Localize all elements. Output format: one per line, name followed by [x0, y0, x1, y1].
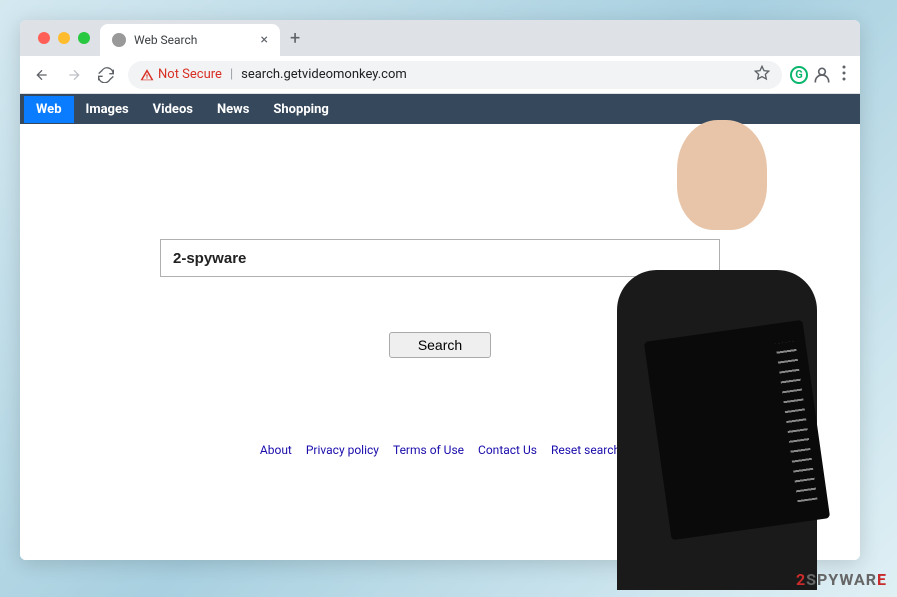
browser-menu-button[interactable] — [836, 65, 852, 85]
search-nav-images[interactable]: Images — [74, 96, 141, 123]
footer-links: About Privacy policy Terms of Use Contac… — [260, 443, 620, 457]
url-separator: | — [230, 67, 233, 82]
footer-link-reset[interactable]: Reset search — [551, 443, 620, 457]
watermark-digit: 2 — [796, 570, 806, 589]
watermark-text: SPYWAR — [806, 570, 877, 589]
search-nav-videos[interactable]: Videos — [141, 96, 205, 123]
search-nav-news[interactable]: News — [205, 96, 261, 123]
reload-button[interactable] — [92, 61, 120, 89]
navigation-bar: Not Secure | search.getvideomonkey.com G — [20, 56, 860, 94]
bookmark-star-icon[interactable] — [754, 65, 770, 85]
search-button[interactable]: Search — [389, 332, 491, 358]
search-nav-web[interactable]: Web — [24, 96, 74, 123]
tab-favicon-icon — [112, 33, 126, 47]
minimize-window-button[interactable] — [58, 32, 70, 44]
url-text: search.getvideomonkey.com — [241, 67, 407, 82]
search-category-nav: Web Images Videos News Shopping — [20, 94, 860, 124]
address-bar-actions — [754, 65, 770, 85]
tab-bar: Web Search × + — [20, 20, 860, 56]
new-tab-button[interactable]: + — [280, 28, 310, 49]
profile-button[interactable] — [812, 65, 832, 85]
window-controls — [28, 32, 100, 44]
close-window-button[interactable] — [38, 32, 50, 44]
search-input[interactable] — [160, 239, 720, 277]
footer-link-contact[interactable]: Contact Us — [478, 443, 537, 457]
search-nav-shopping[interactable]: Shopping — [261, 96, 340, 123]
footer-link-about[interactable]: About — [260, 443, 292, 457]
close-tab-button[interactable]: × — [261, 32, 268, 48]
page-content: Web Images Videos News Shopping Search A… — [20, 94, 860, 560]
watermark-suffix: E — [877, 570, 887, 589]
search-main-area: Search About Privacy policy Terms of Use… — [20, 124, 860, 560]
footer-link-privacy[interactable]: Privacy policy — [306, 443, 379, 457]
security-indicator[interactable]: Not Secure — [140, 67, 222, 82]
footer-link-terms[interactable]: Terms of Use — [393, 443, 464, 457]
maximize-window-button[interactable] — [78, 32, 90, 44]
browser-window: Web Search × + Not Secure | search.getvi… — [20, 20, 860, 560]
warning-icon — [140, 68, 154, 82]
extension-grammarly-icon[interactable]: G — [790, 66, 808, 84]
browser-tab[interactable]: Web Search × — [100, 24, 280, 56]
tab-title: Web Search — [134, 33, 197, 47]
not-secure-label: Not Secure — [158, 67, 222, 82]
forward-button[interactable] — [60, 61, 88, 89]
address-bar[interactable]: Not Secure | search.getvideomonkey.com — [128, 61, 782, 89]
back-button[interactable] — [28, 61, 56, 89]
watermark: 2SPYWARE — [796, 570, 887, 589]
